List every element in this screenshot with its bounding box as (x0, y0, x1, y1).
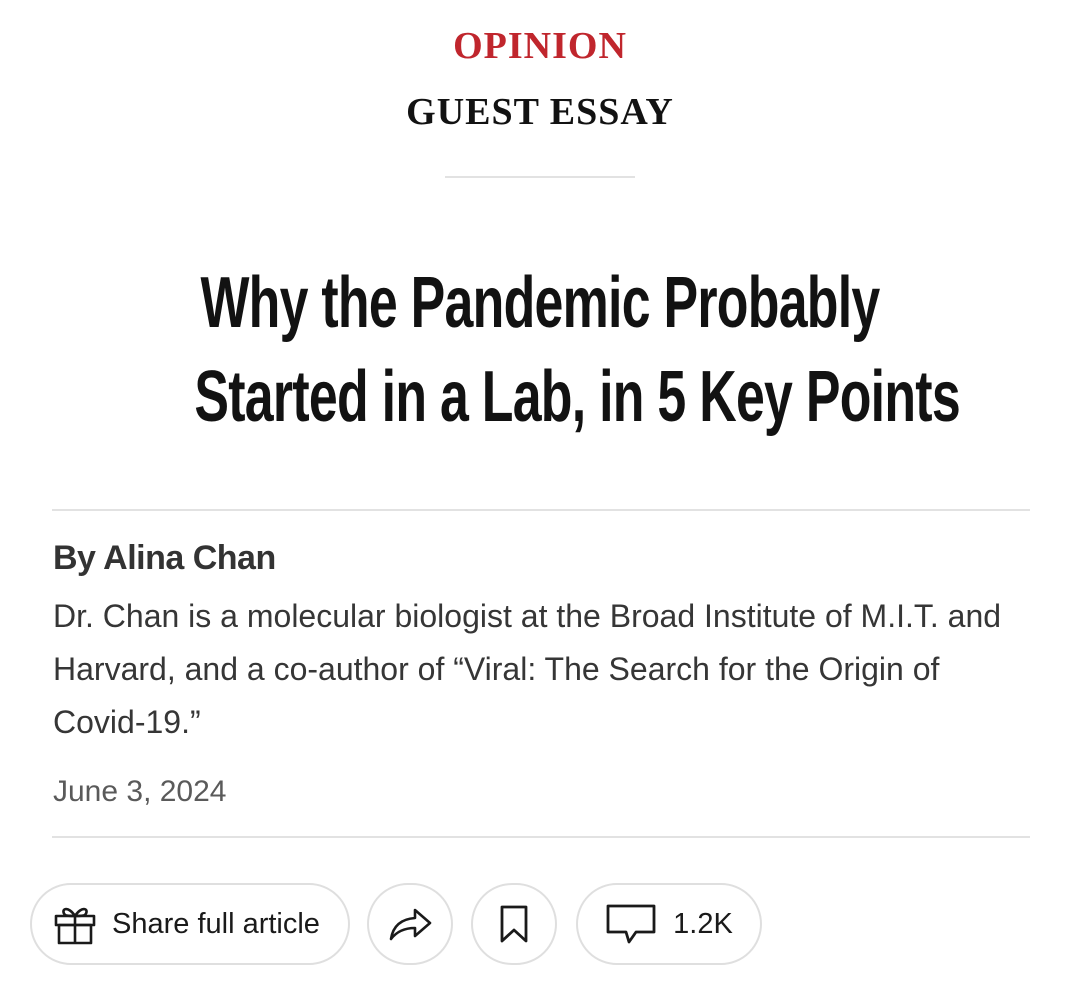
byline-bottom-divider (52, 836, 1030, 838)
share-button[interactable] (367, 883, 453, 965)
headline-line-1: Why the Pandemic Probably (200, 263, 880, 343)
headline-line-2: Started in a Lab, in 5 Key Points (194, 357, 960, 437)
byline[interactable]: By Alina Chan (53, 534, 276, 582)
share-label: Share full article (112, 907, 320, 940)
comment-icon (605, 902, 657, 946)
article-headline: Why the Pandemic Probably Started in a L… (60, 256, 1020, 444)
opinion-kicker[interactable]: OPINION (0, 22, 1080, 70)
share-full-article-button[interactable]: Share full article (30, 883, 350, 965)
author-bio: Dr. Chan is a molecular biologist at the… (53, 598, 1002, 740)
byline-top-divider (52, 509, 1030, 511)
share-arrow-icon (387, 904, 433, 944)
bookmark-icon (498, 904, 530, 944)
publish-date: June 3, 2024 (53, 775, 227, 808)
header-divider (445, 176, 635, 178)
save-article-button[interactable] (471, 883, 557, 965)
gift-icon (52, 901, 98, 947)
comments-button[interactable]: 1.2K (576, 883, 762, 965)
comment-count: 1.2K (673, 907, 733, 940)
section-label: GUEST ESSAY (406, 91, 674, 133)
